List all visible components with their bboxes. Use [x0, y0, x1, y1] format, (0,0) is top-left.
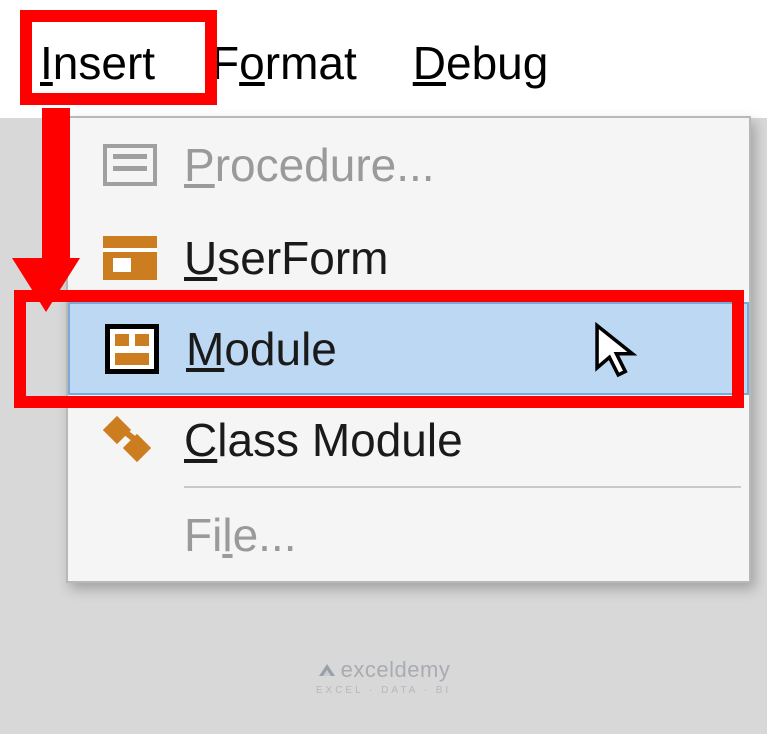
menu-item-procedure: Procedure... [68, 118, 749, 211]
menu-item-file: File... [68, 488, 749, 581]
menu-debug[interactable]: Debug [385, 24, 577, 102]
menu-format-pre: F [211, 37, 239, 89]
annotation-arrow [32, 108, 80, 312]
menubar: Insert Format Debug [12, 8, 646, 118]
userform-label: serForm [217, 232, 388, 284]
menu-format-rest: rmat [265, 37, 357, 89]
watermark-text: exceldemy [341, 657, 451, 682]
module-icon [78, 324, 186, 374]
userform-icon [76, 236, 184, 280]
insert-dropdown: Procedure... UserForm Module Cl [66, 116, 751, 583]
menu-item-module[interactable]: Module [68, 302, 749, 395]
file-pre: Fi [184, 509, 222, 561]
watermark-sub: EXCEL · DATA · BI [0, 685, 767, 696]
watermark: exceldemy EXCEL · DATA · BI [0, 657, 767, 696]
procedure-hotkey: P [184, 139, 215, 191]
menu-format-hotkey: o [239, 37, 265, 89]
menu-insert[interactable]: Insert [12, 24, 183, 102]
menu-insert-hotkey: I [40, 37, 53, 89]
module-label: odule [224, 323, 337, 375]
menu-item-class-module[interactable]: Class Module [68, 393, 749, 486]
file-hotkey: l [222, 509, 232, 561]
menu-debug-rest: ebug [446, 37, 548, 89]
module-hotkey: M [186, 323, 224, 375]
procedure-icon [76, 144, 184, 186]
menu-debug-hotkey: D [413, 37, 446, 89]
menu-item-userform[interactable]: UserForm [68, 211, 749, 304]
file-label: e... [233, 509, 297, 561]
menu-insert-rest: nsert [53, 37, 155, 89]
menu-format[interactable]: Format [183, 24, 385, 102]
userform-hotkey: U [184, 232, 217, 284]
class-hotkey: C [184, 414, 217, 466]
procedure-label: rocedure... [215, 139, 435, 191]
class-module-icon [76, 418, 184, 462]
class-label: lass Module [217, 414, 462, 466]
